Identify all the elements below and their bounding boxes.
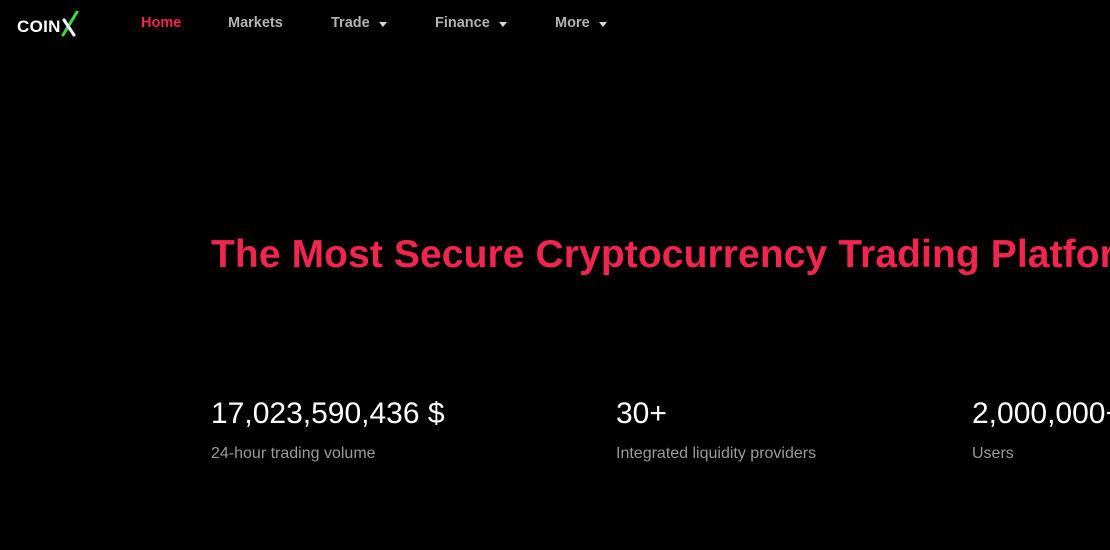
caret-down-icon bbox=[498, 21, 507, 27]
stat-label: Users bbox=[972, 445, 1014, 462]
page: COIN Home Markets Trade Finance More The… bbox=[0, 0, 1110, 550]
stat-trading-volume: 17,023,590,436 $ 24-hour trading volume bbox=[211, 396, 445, 464]
stat-label: 24-hour trading volume bbox=[211, 445, 376, 462]
nav-item-label: More bbox=[555, 15, 590, 31]
nav-item-trade[interactable]: Trade bbox=[331, 14, 387, 32]
stat-label: Integrated liquidity providers bbox=[616, 445, 817, 462]
nav-item-label: Finance bbox=[435, 15, 490, 31]
coinx-logo[interactable]: COIN bbox=[17, 11, 79, 37]
caret-down-icon bbox=[598, 21, 607, 27]
stat-value: 17,023,590,436 $ bbox=[211, 397, 445, 430]
nav-item-markets[interactable]: Markets bbox=[228, 14, 283, 32]
stat-liquidity-providers: 30+ Integrated liquidity providers bbox=[616, 396, 816, 464]
nav-item-label: Markets bbox=[228, 15, 283, 31]
stat-value: 30+ bbox=[616, 397, 667, 430]
top-navbar: COIN Home Markets Trade Finance More bbox=[0, 0, 1110, 46]
stat-users: 2,000,000+ Users bbox=[972, 396, 1110, 464]
nav-item-more[interactable]: More bbox=[555, 14, 607, 32]
nav-item-finance[interactable]: Finance bbox=[435, 14, 507, 32]
nav-item-home[interactable]: Home bbox=[141, 14, 181, 32]
nav-item-label: Home bbox=[141, 15, 182, 31]
logo-text: COIN bbox=[17, 17, 61, 36]
caret-down-icon bbox=[378, 21, 387, 27]
nav-item-label: Trade bbox=[331, 15, 370, 31]
stat-value: 2,000,000+ bbox=[972, 397, 1110, 430]
logo-x-mark-icon bbox=[61, 11, 79, 37]
hero-title: The Most Secure Cryptocurrency Trading P… bbox=[211, 233, 1110, 276]
